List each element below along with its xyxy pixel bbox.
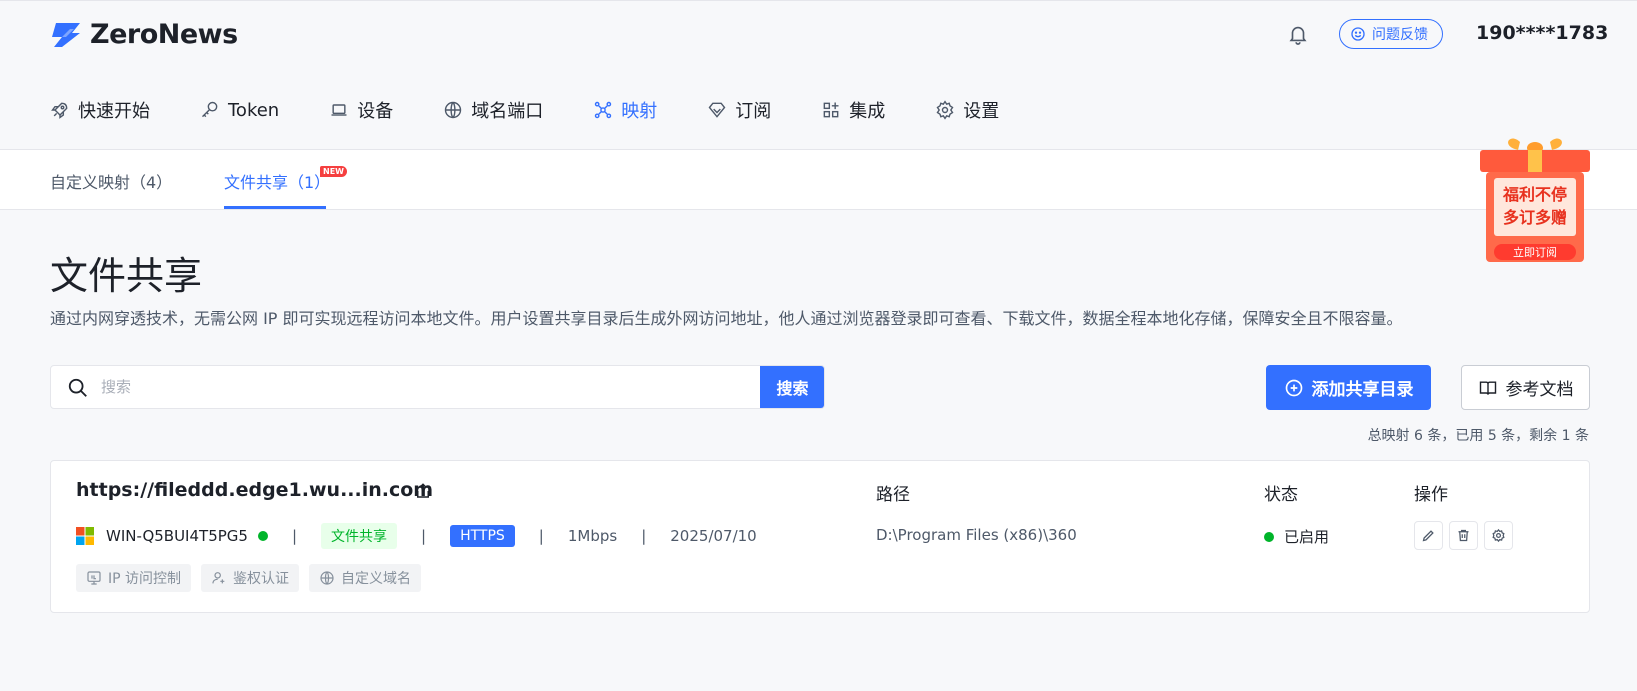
feature-tags: IP 访问控制 鉴权认证 自定义域名 xyxy=(76,564,422,592)
globe-icon xyxy=(320,571,334,585)
pencil-icon xyxy=(1422,530,1434,542)
type-tag: 文件共享 xyxy=(321,523,398,549)
protocol-tag: HTTPS xyxy=(450,525,515,547)
main-nav: 快速开始 Token 设备 域名端口 映射 订阅 集成 设置 xyxy=(50,93,1049,127)
trash-icon xyxy=(1458,529,1469,542)
book-icon xyxy=(1479,380,1496,395)
diamond-icon xyxy=(708,102,726,118)
search-input[interactable] xyxy=(101,366,761,408)
search-icon xyxy=(68,378,87,397)
gift-box-icon: 福利不停 多订多赠 立即订阅 xyxy=(1480,138,1590,262)
separator: | xyxy=(641,527,647,545)
nav-label: Token xyxy=(228,99,280,121)
gear-icon xyxy=(1492,528,1505,543)
nav-label: 快速开始 xyxy=(78,101,150,122)
logo[interactable]: ZeroNews xyxy=(50,19,238,50)
column-path: 路径 xyxy=(876,485,910,505)
feature-custom-domain[interactable]: 自定义域名 xyxy=(309,564,422,592)
page-title: 文件共享 xyxy=(50,254,203,298)
share-icon[interactable] xyxy=(414,481,432,501)
promo-line1: 福利不停 xyxy=(1502,185,1567,204)
feature-label: 鉴权认证 xyxy=(233,571,290,587)
plus-circle-icon xyxy=(1285,379,1302,396)
feature-label: 自定义域名 xyxy=(341,571,412,587)
bell-icon[interactable] xyxy=(1287,23,1309,45)
feedback-label: 问题反馈 xyxy=(1372,27,1428,43)
nav-item-quickstart[interactable]: 快速开始 xyxy=(50,93,150,127)
nav-item-settings[interactable]: 设置 xyxy=(935,93,999,127)
status-dot xyxy=(1264,531,1274,542)
online-status-dot xyxy=(257,531,268,541)
mapping-status: 已启用 xyxy=(1264,526,1329,547)
mapping-path: D:\Program Files (x86)\360 xyxy=(876,526,1077,544)
gear-icon xyxy=(936,100,954,120)
mapping-meta-row: WIN-Q5BUI4T5PG5 | 文件共享 | HTTPS | 1Mbps |… xyxy=(76,523,757,549)
column-ops: 操作 xyxy=(1414,485,1448,505)
nav-item-devices[interactable]: 设备 xyxy=(329,93,393,127)
feature-auth[interactable]: 鉴权认证 xyxy=(201,564,300,592)
tab-custom-mapping[interactable]: 自定义映射（4） xyxy=(50,169,172,193)
delete-button[interactable] xyxy=(1449,521,1478,550)
column-status: 状态 xyxy=(1264,485,1298,505)
promo-cta: 立即订阅 xyxy=(1513,245,1557,259)
nav-item-subscription[interactable]: 订阅 xyxy=(707,93,771,127)
search-bar: 搜索 xyxy=(50,365,825,409)
top-bar: ZeroNews 问题反馈 190****1783 快速开始 Token 设备 … xyxy=(0,0,1637,150)
key-icon xyxy=(201,101,218,118)
nav-item-mapping[interactable]: 映射 xyxy=(593,93,657,127)
status-label: 已启用 xyxy=(1284,528,1330,546)
feedback-button[interactable]: 问题反馈 xyxy=(1339,19,1443,49)
nav-item-domain-port[interactable]: 域名端口 xyxy=(443,93,543,127)
created-date: 2025/07/10 xyxy=(670,527,757,545)
nav-label: 订阅 xyxy=(735,101,772,122)
tab-file-share[interactable]: 文件共享（1） xyxy=(224,169,330,193)
rocket-icon xyxy=(51,102,68,119)
separator: | xyxy=(538,527,544,545)
settings-button[interactable] xyxy=(1484,521,1513,550)
apps-icon xyxy=(823,102,839,118)
add-share-dir-button[interactable]: 添加共享目录 xyxy=(1266,365,1431,410)
nav-label: 设置 xyxy=(963,101,1000,122)
user-account[interactable]: 190****1783 xyxy=(1476,22,1608,44)
bandwidth: 1Mbps xyxy=(567,527,618,545)
nav-label: 集成 xyxy=(849,101,886,122)
zeronews-logo-icon xyxy=(52,22,80,47)
ip-control-icon xyxy=(87,571,101,585)
smile-icon xyxy=(1351,27,1365,41)
docs-button-label: 参考文档 xyxy=(1505,380,1574,400)
mapping-card: https://fileddd.edge1.wu...in.com 路径 状态 … xyxy=(50,460,1590,613)
add-button-label: 添加共享目录 xyxy=(1311,380,1414,400)
quota-info: 总映射 6 条，已用 5 条，剩余 1 条 xyxy=(1367,428,1589,444)
separator: | xyxy=(421,527,427,545)
reference-docs-button[interactable]: 参考文档 xyxy=(1461,365,1590,410)
app-name: ZeroNews xyxy=(90,19,238,50)
sub-tabs: 自定义映射（4） 文件共享（1） xyxy=(0,150,1637,210)
nav-label: 设备 xyxy=(357,101,394,122)
windows-icon xyxy=(76,527,94,545)
mapping-url[interactable]: https://fileddd.edge1.wu...in.com xyxy=(76,479,433,501)
nav-label: 映射 xyxy=(621,101,658,122)
active-tab-indicator xyxy=(224,206,326,209)
device-name: WIN-Q5BUI4T5PG5 xyxy=(106,527,248,545)
promo-gift-banner[interactable]: 福利不停 多订多赠 立即订阅 xyxy=(1480,134,1590,264)
mapping-icon xyxy=(595,101,612,119)
mapping-actions xyxy=(1414,521,1513,550)
user-auth-icon xyxy=(212,572,225,584)
search-button[interactable]: 搜索 xyxy=(760,366,824,408)
edit-button[interactable] xyxy=(1414,521,1443,550)
new-badge: NEW xyxy=(320,166,347,177)
page-description: 通过内网穿透技术，无需公网 IP 即可实现远程访问本地文件。用户设置共享目录后生… xyxy=(50,309,1403,328)
feature-label: IP 访问控制 xyxy=(108,571,182,587)
globe-icon xyxy=(445,101,462,119)
feature-ip-access-control[interactable]: IP 访问控制 xyxy=(76,564,192,592)
nav-item-token[interactable]: Token xyxy=(200,93,279,127)
nav-label: 域名端口 xyxy=(471,101,544,122)
separator: | xyxy=(291,527,298,545)
promo-line2: 多订多赠 xyxy=(1503,208,1567,227)
nav-item-integration[interactable]: 集成 xyxy=(821,93,885,127)
laptop-icon xyxy=(331,104,347,116)
